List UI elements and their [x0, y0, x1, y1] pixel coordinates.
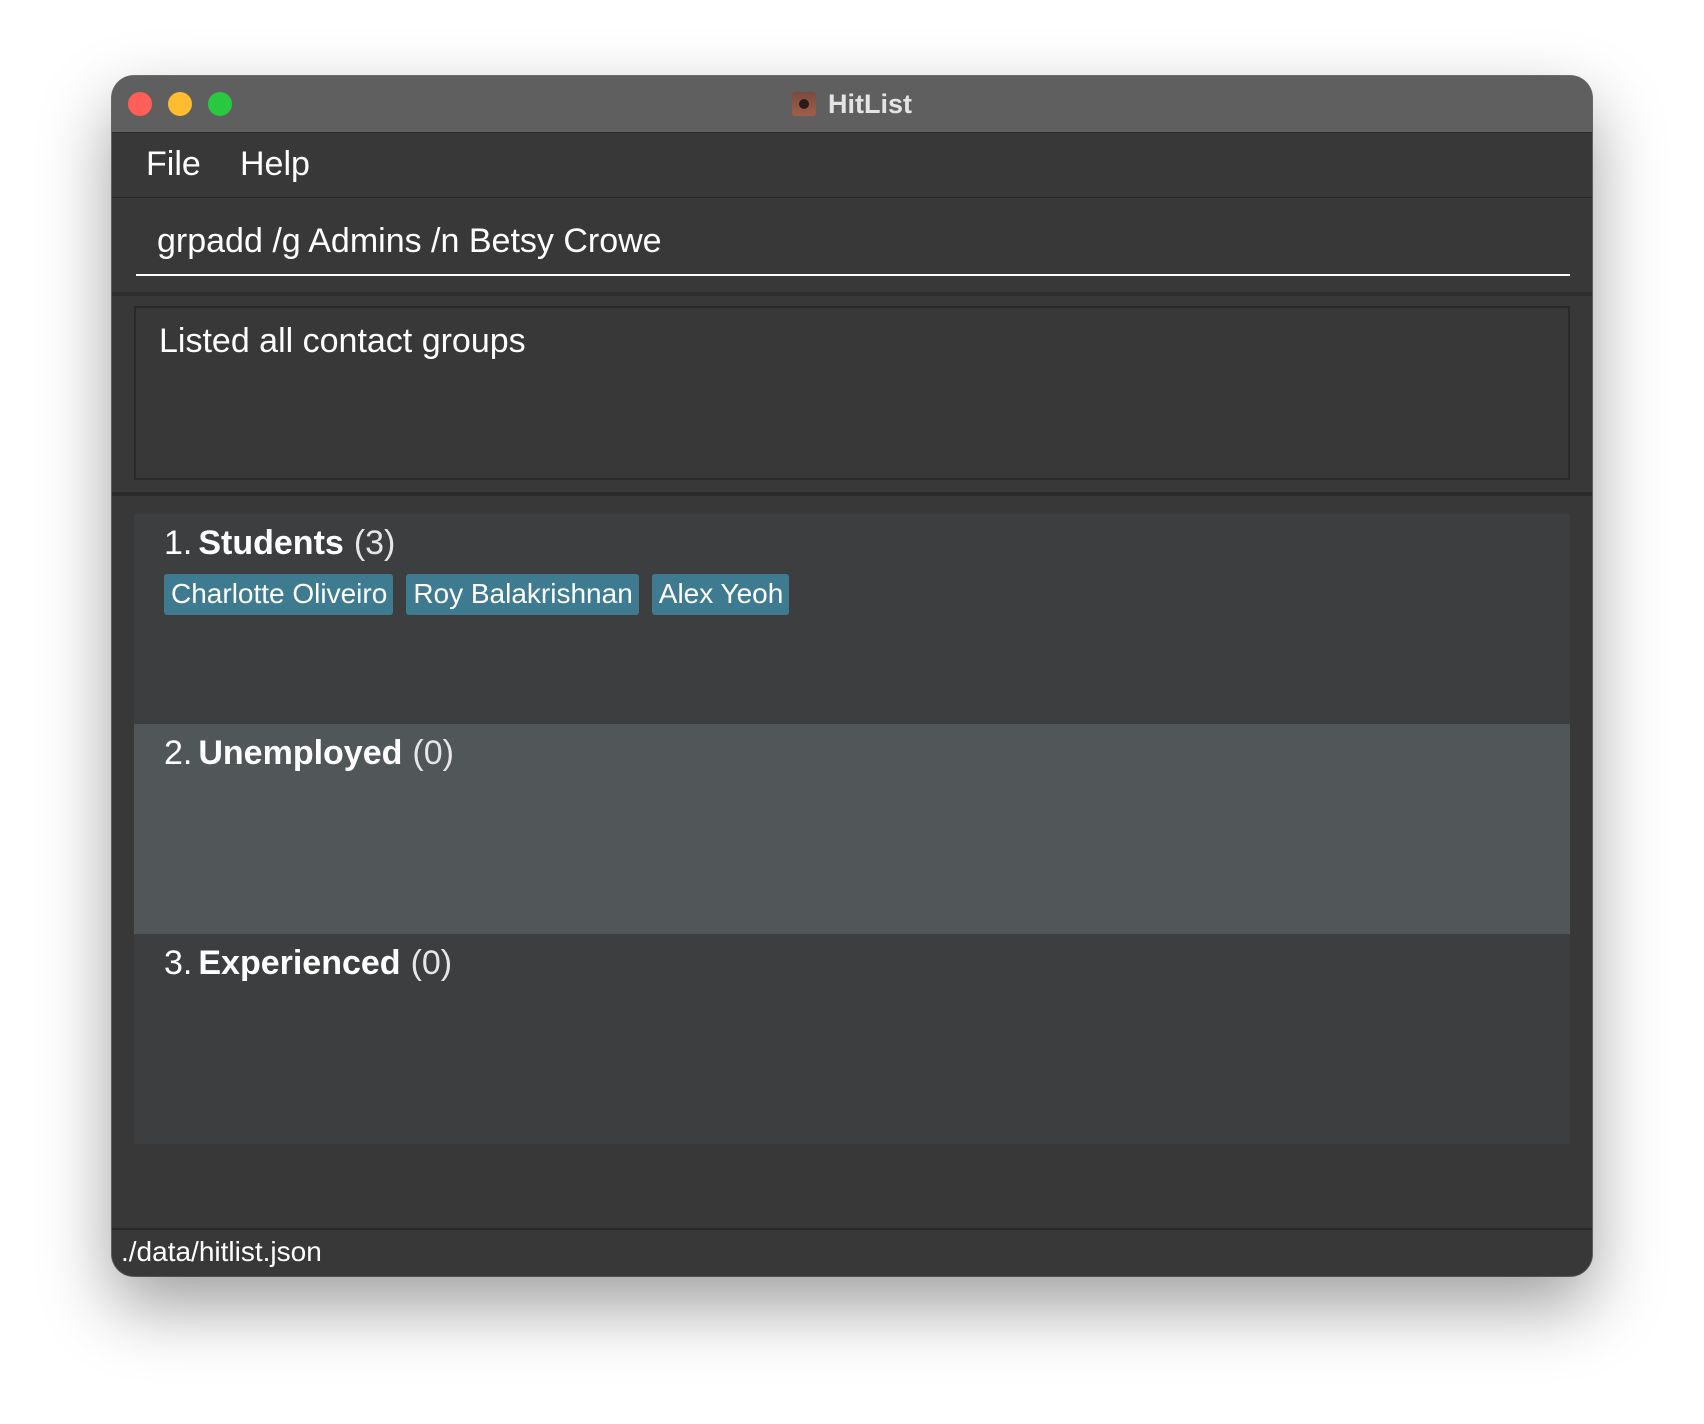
- group-list[interactable]: 1. Students (3) Charlotte Oliveiro Roy Bal…: [112, 492, 1592, 1228]
- group-member-count: (0): [412, 734, 454, 772]
- app-window: HitList File Help Listed all contact gro…: [112, 76, 1592, 1276]
- group-name: Experienced: [198, 944, 401, 982]
- group-title: 2. Unemployed (0): [164, 734, 454, 773]
- result-message: Listed all contact groups: [159, 322, 526, 360]
- menu-help[interactable]: Help: [240, 145, 310, 184]
- member-tag: Alex Yeoh: [651, 574, 790, 615]
- command-box: [112, 198, 1592, 292]
- save-file-path: ./data/hitlist.json: [121, 1236, 322, 1267]
- member-tag: Charlotte Oliveiro: [164, 574, 394, 615]
- group-member-count: (0): [410, 944, 453, 982]
- menu-file[interactable]: File: [146, 145, 201, 184]
- group-index: 3.: [164, 944, 193, 982]
- group-card-students[interactable]: 1. Students (3) Charlotte Oliveiro Roy Bal…: [134, 514, 1570, 724]
- result-display-container: Listed all contact groups: [112, 292, 1592, 492]
- member-tag: Roy Balakrishnan: [406, 574, 639, 615]
- group-index: 1.: [164, 524, 193, 562]
- menu-bar: File Help: [112, 133, 1592, 198]
- group-index: 2.: [164, 734, 193, 772]
- result-display[interactable]: Listed all contact groups: [134, 306, 1570, 480]
- group-title: 1. Students (3): [164, 524, 395, 563]
- window-title-group: HitList: [112, 76, 1592, 132]
- status-bar: ./data/hitlist.json: [112, 1228, 1592, 1276]
- group-card-unemployed[interactable]: 2. Unemployed (0): [134, 724, 1570, 934]
- group-title: 3. Experienced (0): [164, 944, 452, 983]
- member-tags: Charlotte Oliveiro Roy Balakrishnan Alex…: [164, 574, 802, 615]
- command-input[interactable]: [136, 208, 1570, 276]
- app-icon: [792, 92, 816, 116]
- group-member-count: (3): [353, 524, 396, 562]
- group-card-experienced[interactable]: 3. Experienced (0): [134, 934, 1570, 1144]
- title-bar[interactable]: HitList: [112, 76, 1592, 133]
- group-name: Students: [198, 524, 344, 562]
- group-name: Unemployed: [198, 734, 403, 772]
- window-title: HitList: [828, 88, 912, 119]
